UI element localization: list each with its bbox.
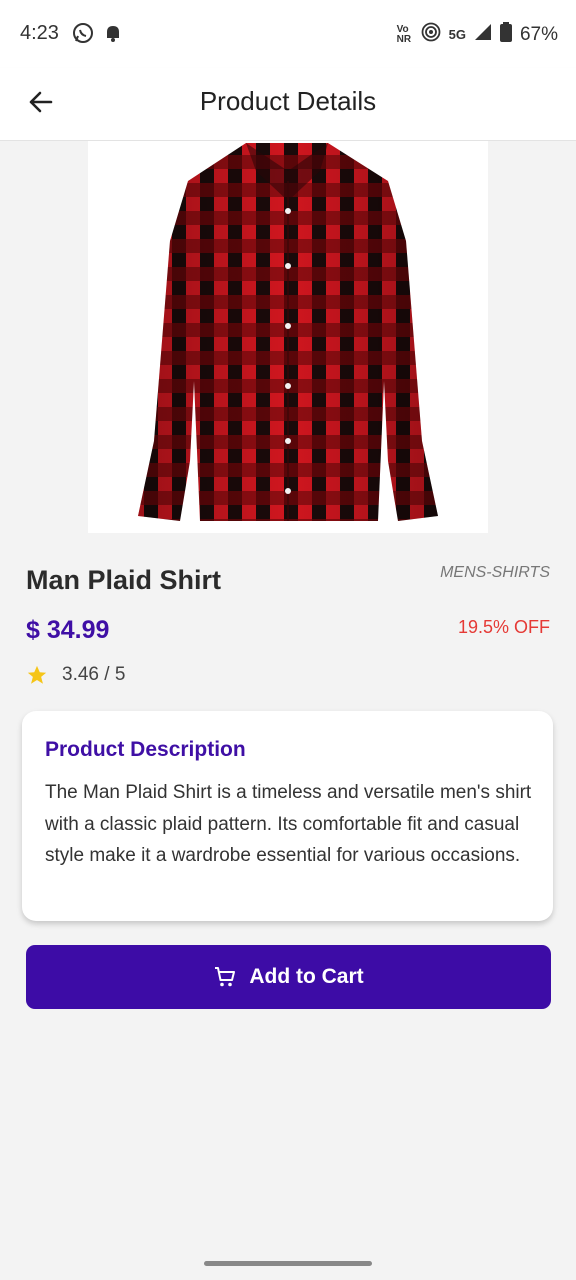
add-to-cart-label: Add to Cart [249,965,364,988]
whatsapp-icon [72,22,94,49]
hotspot-icon [421,22,441,47]
battery-icon [499,22,512,47]
notification-bell-icon [102,22,124,49]
app-bar: Product Details [0,68,576,141]
description-body: The Man Plaid Shirt is a timeless and ve… [45,782,532,866]
rating-value: 3.46 / 5 [62,664,126,685]
cart-icon [215,967,236,987]
description-card: Product Description The Man Plaid Shirt … [22,711,553,921]
product-category: MENS-SHIRTS [440,564,550,581]
product-image-container [0,141,576,533]
home-indicator[interactable] [204,1261,372,1266]
page-title: Product Details [199,86,377,116]
discount-badge: 19.5% OFF [457,617,550,637]
battery-percent: 67% [519,23,558,45]
status-time: 4:23 [20,22,59,44]
network-type-label: 5G [448,27,466,42]
product-name: Man Plaid Shirt [26,565,222,595]
volte-icon: Vo NR [396,23,412,45]
star-icon [27,665,47,684]
notification-icons [72,22,124,49]
status-right: Vo NR 5G 67% [397,22,558,47]
add-to-cart-button[interactable]: Add to Cart [26,945,551,1009]
rating-row: 3.46 / 5 [26,664,125,686]
product-price: $ 34.99 [26,616,110,644]
signal-icon [474,23,492,46]
status-bar: 4:23 Vo NR 5G 67% [0,0,576,68]
product-image [88,141,488,533]
description-title: Product Description [45,738,246,761]
